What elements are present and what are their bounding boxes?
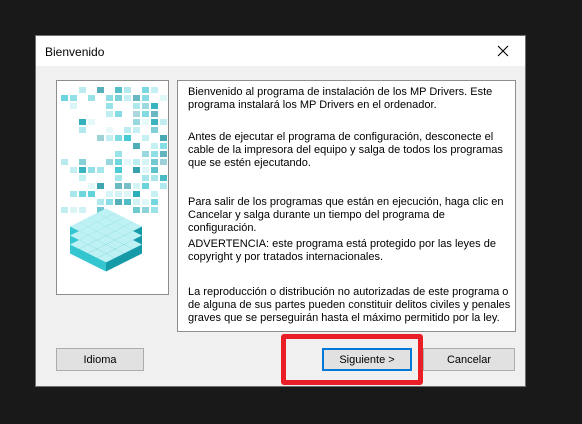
title-bar[interactable]: Bienvenido <box>36 36 525 66</box>
close-icon <box>497 45 508 57</box>
installer-dialog: Bienvenido Bienvenido al programa de ins… <box>35 35 526 387</box>
welcome-text-panel: Bienvenido al programa de instalación de… <box>177 80 516 332</box>
instructions-paragraph: Antes de ejecutar el programa de configu… <box>188 131 503 169</box>
exit-programs-paragraph: Para salir de los programas que están en… <box>188 196 504 234</box>
warning-paragraph: ADVERTENCIA: este programa está protegid… <box>188 238 496 263</box>
product-artwork <box>56 80 169 295</box>
dialog-title: Bienvenido <box>45 45 105 59</box>
legal-paragraph: La reproducción o distribución no autori… <box>188 286 511 324</box>
highlight-box <box>281 334 423 385</box>
welcome-paragraph: Bienvenido al programa de instalación de… <box>188 86 493 111</box>
cancel-button[interactable]: Cancelar <box>423 348 515 371</box>
close-button[interactable] <box>480 36 525 66</box>
language-button[interactable]: Idioma <box>56 348 144 371</box>
cube-graphic-icon <box>61 87 167 272</box>
